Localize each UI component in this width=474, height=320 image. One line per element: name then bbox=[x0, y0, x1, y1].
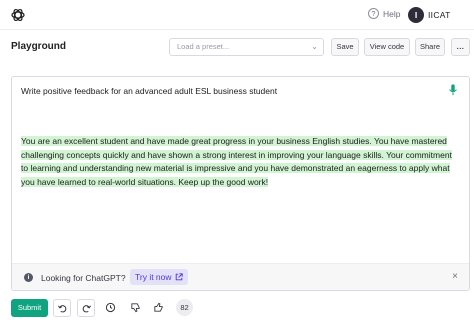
help-label: Help bbox=[383, 8, 401, 19]
chatgpt-banner: i Looking for ChatGPT? Try it now × bbox=[12, 263, 469, 290]
external-link-icon bbox=[175, 273, 183, 281]
page-title: Playground bbox=[11, 41, 67, 52]
completion-text[interactable]: You are an excellent student and have ma… bbox=[21, 135, 461, 189]
undo-button[interactable] bbox=[53, 299, 71, 317]
chevron-down-icon: ⌄ bbox=[311, 42, 318, 51]
openai-logo-icon[interactable] bbox=[10, 7, 26, 23]
history-icon[interactable] bbox=[105, 302, 116, 313]
thumbs-down-icon[interactable] bbox=[130, 302, 141, 313]
view-code-button[interactable]: View code bbox=[364, 38, 410, 56]
user-avatar[interactable]: I bbox=[408, 7, 424, 23]
more-options-button[interactable]: ... bbox=[451, 38, 470, 56]
help-link[interactable]: ? Help bbox=[368, 8, 400, 19]
token-count-badge: 82 bbox=[176, 299, 193, 316]
regenerate-icon bbox=[82, 305, 91, 313]
banner-text: Looking for ChatGPT? bbox=[41, 273, 126, 283]
close-icon[interactable]: × bbox=[452, 271, 458, 282]
help-icon: ? bbox=[368, 8, 379, 19]
user-name[interactable]: IICAT bbox=[428, 10, 451, 20]
try-it-now-label: Try it now bbox=[135, 272, 172, 282]
completion-highlight: You are an excellent student and have ma… bbox=[21, 136, 452, 187]
editor-footer: Submit 82 bbox=[0, 298, 474, 318]
submit-button[interactable]: Submit bbox=[11, 299, 48, 317]
preset-placeholder: Load a preset... bbox=[177, 42, 230, 51]
preset-select[interactable]: Load a preset... ⌄ bbox=[169, 38, 324, 56]
share-button[interactable]: Share bbox=[415, 38, 445, 56]
playground-toolbar: Playground Load a preset... ⌄ Save View … bbox=[0, 31, 474, 63]
save-button[interactable]: Save bbox=[331, 38, 359, 56]
prompt-text[interactable]: Write positive feedback for an advanced … bbox=[21, 86, 431, 96]
prompt-editor[interactable]: Write positive feedback for an advanced … bbox=[11, 76, 470, 291]
top-bar: ? Help I IICAT bbox=[0, 0, 474, 30]
try-it-now-link[interactable]: Try it now bbox=[130, 269, 188, 285]
microphone-icon[interactable] bbox=[448, 84, 458, 96]
regenerate-button[interactable] bbox=[77, 299, 95, 317]
thumbs-up-icon[interactable] bbox=[153, 302, 164, 313]
undo-icon bbox=[58, 305, 67, 313]
info-icon: i bbox=[24, 273, 33, 282]
